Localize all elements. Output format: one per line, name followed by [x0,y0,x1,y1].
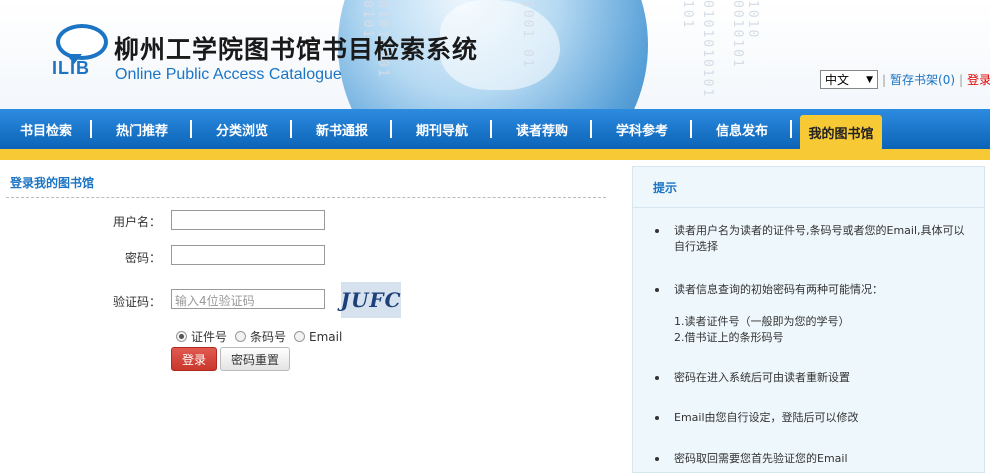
header: 01010001 0101 1001 01 0101010101 1010 00… [0,0,990,109]
nav-item-label: 读者荐购 [515,123,568,139]
tips-title: 提示 [633,167,984,208]
language-select-value: 中文 [825,73,850,87]
binary-decoration: 1010 0010101 [730,0,760,69]
bullet-icon [655,457,659,461]
login-section-title: 登录我的图书馆 [10,176,95,190]
radio-email[interactable] [294,331,306,342]
nav-item-label: 新书通报 [315,123,368,139]
tip-item: 密码在进入系统后可由读者重新设置 [655,370,970,386]
nav-item-label: 期刊导航 [415,123,468,139]
bullet-icon [655,229,659,233]
nav-item-my-library[interactable]: 我的图书馆 [800,115,882,149]
password-input[interactable] [171,245,325,265]
binary-decoration: 1001 01 [520,0,535,69]
username-input[interactable] [171,210,325,230]
nav-item-label: 学科参考 [615,123,668,139]
binary-decoration: 0101010101 [700,0,715,99]
tip-item: Email由您自行设定，登陆后可以修改 [655,410,970,426]
link-separator: | [959,72,964,87]
nav-item-popular[interactable]: 热门推荐 [92,109,192,149]
captcha-label: 验证码： [113,295,162,309]
link-separator: | [882,72,887,87]
logo-bubble-icon [56,24,108,60]
nav-item-label: 信息发布 [715,123,768,139]
nav-item-label: 书目检索 [19,123,72,139]
nav-item-recommend[interactable]: 读者荐购 [492,109,592,149]
nav-item-label: 分类浏览 [215,123,268,139]
reset-password-button[interactable]: 密码重置 [220,347,290,371]
login-link[interactable]: 登录 [967,71,990,88]
site-subtitle: Online Public Access Catalogue [115,66,342,83]
temp-shelf-link[interactable]: 暂存书架(0) [890,71,955,88]
tip-item: 读者信息查询的初始密码有两种可能情况： [655,282,970,298]
dropdown-arrow-icon: ▼ [866,74,873,85]
bullet-icon [655,416,659,420]
nav-item-news[interactable]: 信息发布 [692,109,792,149]
username-label: 用户名： [113,215,162,229]
language-select[interactable]: 中文 ▼ [820,70,878,89]
radio-card-number[interactable] [176,331,187,342]
nav-item-label: 我的图书馆 [808,126,874,142]
tip-subitem: 2.借书证上的条形码号 [674,331,784,344]
captcha-input[interactable]: 输入4位验证码 [171,289,325,309]
tips-panel: 提示 读者用户名为读者的证件号,条码号或者您的Email,具体可以自行选择 读者… [632,166,985,473]
radio-barcode-label: 条码号 [250,330,287,344]
logo-text: ILIB [52,58,90,78]
radio-barcode[interactable] [235,331,247,342]
radio-email-label: Email [309,329,343,344]
nav-underline [0,149,990,160]
tip-item: 密码取回需要您首先验证您的Email [655,451,970,467]
bullet-icon [655,288,659,292]
password-label: 密码： [125,251,162,265]
nav-item-label: 热门推荐 [115,123,168,139]
tip-subitem: 1.读者证件号（一般即为您的学号） [674,315,850,328]
nav-item-subject-ref[interactable]: 学科参考 [592,109,692,149]
login-type-options: 证件号 条码号 Email [176,328,342,345]
captcha-image[interactable]: JUFC [340,282,401,318]
bullet-icon [655,376,659,380]
main-nav: 书目检索 热门推荐 分类浏览 新书通报 期刊导航 读者荐购 学科参考 信息发布 … [0,109,990,149]
login-button[interactable]: 登录 [171,347,217,371]
site-title: 柳州工学院图书馆书目检索系统 [114,35,479,64]
section-divider [6,197,606,198]
binary-decoration: 101 [680,0,695,30]
radio-card-number-label: 证件号 [191,330,228,344]
nav-item-catalog-search[interactable]: 书目检索 [0,109,92,149]
tip-item: 读者用户名为读者的证件号,条码号或者您的Email,具体可以自行选择 [655,223,970,255]
nav-item-browse[interactable]: 分类浏览 [192,109,292,149]
nav-item-journals[interactable]: 期刊导航 [392,109,492,149]
nav-item-new-books[interactable]: 新书通报 [292,109,392,149]
top-links: 中文 ▼ | 暂存书架(0) | 登录 [820,70,990,89]
